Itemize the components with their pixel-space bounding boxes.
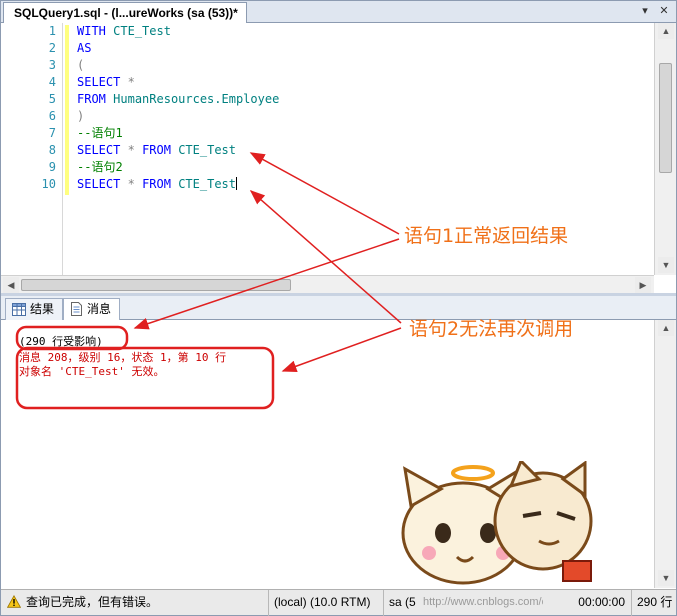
error-highlight bbox=[15, 346, 275, 410]
annotation-label-statement1: 语句1正常返回结果 bbox=[404, 225, 569, 247]
annotation-arrow bbox=[249, 190, 402, 324]
rows-affected-highlight bbox=[15, 325, 129, 351]
annotation-arrow bbox=[249, 152, 400, 235]
annotation-arrow bbox=[133, 238, 400, 330]
annotation-overlay bbox=[15, 152, 402, 410]
annotation-arrow bbox=[281, 327, 402, 373]
annotation-label-statement2: 语句2无法再次调用 bbox=[409, 318, 574, 340]
query-window: SQLQuery1.sql - (l...ureWorks (sa (53))*… bbox=[0, 0, 677, 616]
